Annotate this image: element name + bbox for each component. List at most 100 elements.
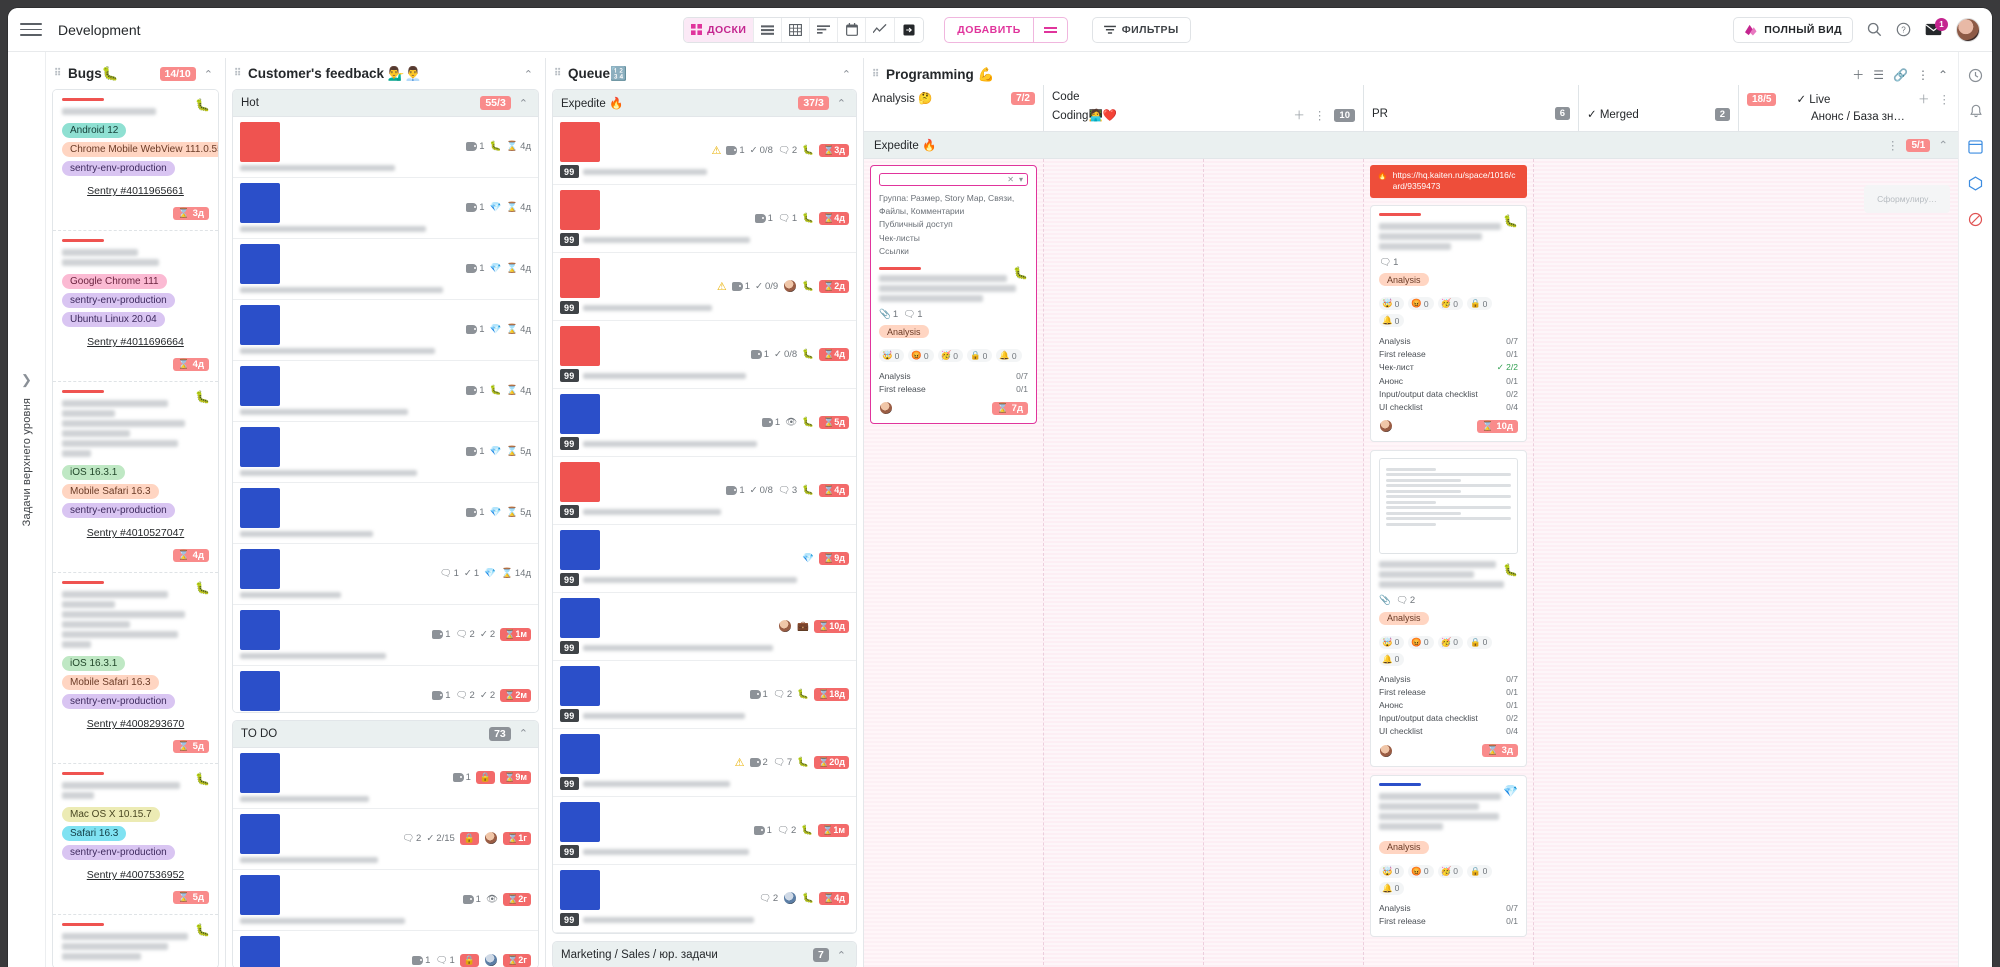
list-item[interactable]: 1 👁 ⌛2г [233,869,538,931]
view-calendar[interactable] [838,17,867,42]
block-icon[interactable] [1965,208,1987,230]
cube-icon[interactable] [1965,172,1987,194]
prog-lane-live[interactable]: Сформулиру… [1534,159,1958,967]
avatar[interactable] [1956,17,1980,42]
list-item[interactable]: 🗨 1 ✓ 1 💎 ⌛ 14д [233,544,538,605]
view-boards[interactable]: ДОСКИ [684,17,755,42]
question-circle-icon[interactable]: ? [1896,22,1911,37]
plus-icon[interactable]: ＋ [1293,107,1305,123]
chevron-up-icon[interactable]: ⌃ [522,68,535,81]
card-body[interactable]: 🐛 🗨 1 Analysis 🤯 0 😡 0 🥳 0 🔒 0 🔔 0 Analy… [1370,204,1527,443]
chevron-up-icon[interactable]: ⌃ [202,68,215,81]
clock-icon[interactable] [1965,64,1987,86]
view-table[interactable] [782,17,811,42]
window-icon[interactable] [1965,136,1987,158]
card-select-box[interactable]: ✕ ▾ [879,173,1028,186]
sentry-link[interactable]: Sentry #4011696664 [62,336,209,348]
chevron-up-icon[interactable]: ⌃ [1938,138,1948,152]
card-reactions[interactable]: 🤯 0 😡 0 🥳 0 🔒 0 🔔 0 [1379,297,1518,328]
card[interactable]: 🐛 iOS 16.3.1 Mobile Safari 16.3 sentry-e… [53,573,218,764]
list-item[interactable]: 99 ⚠ 2 🗨 7 🐛 ⌛20д [553,729,856,797]
card-title [879,284,1017,292]
link-icon[interactable]: 🔗 [1893,68,1908,82]
list-item[interactable]: 99 1 ✓ 0/8 🗨 3 🐛 ⌛4д [553,457,856,525]
card-title [1379,242,1452,250]
prog-lane-code-2[interactable] [1204,159,1364,967]
drag-handle-icon[interactable]: ⠿ [554,69,562,79]
add-button[interactable]: ДОБАВИТЬ [945,18,1032,42]
card[interactable]: 🐛 iOS 16.3.1 Mobile Safari 16.3 sentry-e… [53,382,218,573]
list-item[interactable]: 99 ⚠ 1 ✓ 0/8 🗨 2 🐛 ⌛3д [553,117,856,185]
sentry-link[interactable]: Sentry #4011965661 [62,185,209,197]
list-item[interactable]: 99 1 🗨 2 🐛 ⌛18д [553,661,856,729]
card-reactions[interactable]: 🤯 0 😡 0 🥳 0 🔒 0 🔔 0 [1379,864,1518,895]
list-item[interactable]: 99 🗨 2 🐛 ⌛4д [553,865,856,933]
card-reactions[interactable]: 🤯 0 😡 0 🥳 0 🔒 0 🔔 0 [879,349,1028,363]
list-item[interactable]: 1 💎 ⌛ 5д [233,422,538,483]
card-reactions[interactable]: 🤯 0 😡 0 🥳 0 🔒 0 🔔 0 [1379,635,1518,666]
search-icon[interactable] [1867,22,1882,37]
chevron-right-icon[interactable]: ❯ [21,372,32,388]
chevron-up-icon[interactable]: ⌃ [840,68,853,81]
chevron-up-icon[interactable]: ⌃ [835,949,848,962]
list-item[interactable]: 99 1 🗨 1 🐛 ⌛4д [553,185,856,253]
card-analysis[interactable]: ✕ ▾ Группа: Размер, Story Map, Связи, Фай… [870,165,1037,425]
card[interactable]: 🐛 Android 12 Chrome Mobile WebView 111.0… [53,90,218,231]
list-item[interactable]: 1 🐛 ⌛ 4д [233,361,538,422]
fullview-button[interactable]: ПОЛНЫЙ ВИД [1733,16,1853,43]
list-item[interactable]: 🗨 2 ✓ 2/15 🔒 ⌛1г [233,808,538,870]
list-item[interactable]: 99 1 ✓ 0/8 🐛 ⌛4д [553,321,856,389]
add-menu-button[interactable] [1032,17,1067,42]
list-item[interactable]: 1 🗨 1 🔒 ⌛2г [233,930,538,967]
chevron-up-icon[interactable]: ⌃ [1938,68,1948,82]
list-item[interactable]: 1 🗨 2 ✓ 2 ⌛2м [233,666,538,712]
view-archive[interactable] [895,17,924,42]
list-item[interactable]: 1 🐛 ⌛ 4д [233,117,538,178]
list-item[interactable]: 99 💼 ⌛10д [553,593,856,661]
chevron-up-icon[interactable]: ⌃ [517,727,530,740]
card[interactable]: 🐛 [53,915,218,967]
list-item[interactable]: 99 ⚠ 1 ✓ 0/9 🐛 ⌛2д [553,253,856,321]
list-item[interactable]: 1 💎 ⌛ 4д [233,239,538,300]
list-item[interactable]: 1 💎 ⌛ 5д [233,483,538,544]
sentry-link[interactable]: Sentry #4007536952 [62,869,209,881]
dots-icon[interactable]: ⋮ [1887,138,1899,152]
view-list[interactable] [754,17,783,42]
view-sort[interactable] [810,17,839,42]
card-title [240,653,386,659]
dots-icon[interactable]: ⋮ [1314,108,1326,122]
card[interactable]: 🐛 Mac OS X 10.15.7 Safari 16.3 sentry-en… [53,764,218,915]
prog-lane-code[interactable] [1044,159,1204,967]
list-icon[interactable]: ☰ [1873,68,1884,82]
list-item[interactable]: 1 🔒 ⌛9м [233,747,538,809]
plus-icon[interactable]: ＋ [1852,66,1864,83]
sentry-link[interactable]: Sentry #4010527047 [62,527,209,539]
list-item[interactable]: 99 1 👁 🐛 ⌛5д [553,389,856,457]
list-item[interactable]: 99 💎 ⌛9д [553,525,856,593]
drag-handle-icon[interactable]: ⠿ [234,69,242,79]
chevron-up-icon[interactable]: ⌃ [835,97,848,110]
card-pr-3[interactable]: 💎 Analysis 🤯 0 😡 0 🥳 0 🔒 0 🔔 0 Analysis … [1370,774,1527,937]
dots-icon[interactable]: ⋮ [1917,68,1929,82]
list-item[interactable]: 1 💎 ⌛ 4д [233,300,538,361]
list-item[interactable]: 99 1 🗨 2 🐛 ⌛1м [553,797,856,865]
dots-icon[interactable]: ⋮ [1939,92,1951,106]
drag-handle-icon[interactable]: ⠿ [54,69,62,79]
plus-icon[interactable]: ＋ [1918,91,1930,107]
card[interactable]: Google Chrome 111 sentry-env-production … [53,231,218,382]
cards-stack-icon [1745,24,1757,35]
card-pr-1[interactable]: 🔥 https://hq.kaiten.ru/space/1016/card/93… [1370,165,1527,443]
ghost-card[interactable]: Сформулиру… [1864,185,1950,213]
view-chart[interactable] [866,17,896,42]
card-pr-2[interactable]: 🐛 📎 🗨 2 Analysis 🤯 0 😡 0 🥳 0 🔒 0 🔔 0 Ana… [1370,450,1527,767]
card-link[interactable]: 🔥 https://hq.kaiten.ru/space/1016/card/93… [1370,165,1527,198]
filters-button[interactable]: ФИЛЬТРЫ [1091,16,1191,43]
sentry-link[interactable]: Sentry #4008293670 [62,718,209,730]
envelope-icon[interactable]: 1 [1925,18,1948,36]
hamburger-icon[interactable] [20,19,42,41]
bell-icon[interactable] [1965,100,1987,122]
drag-handle-icon[interactable]: ⠿ [872,69,880,79]
list-item[interactable]: 1 💎 ⌛ 4д [233,178,538,239]
list-item[interactable]: 1 🗨 2 ✓ 2 ⌛1м [233,605,538,666]
chevron-up-icon[interactable]: ⌃ [517,97,530,110]
